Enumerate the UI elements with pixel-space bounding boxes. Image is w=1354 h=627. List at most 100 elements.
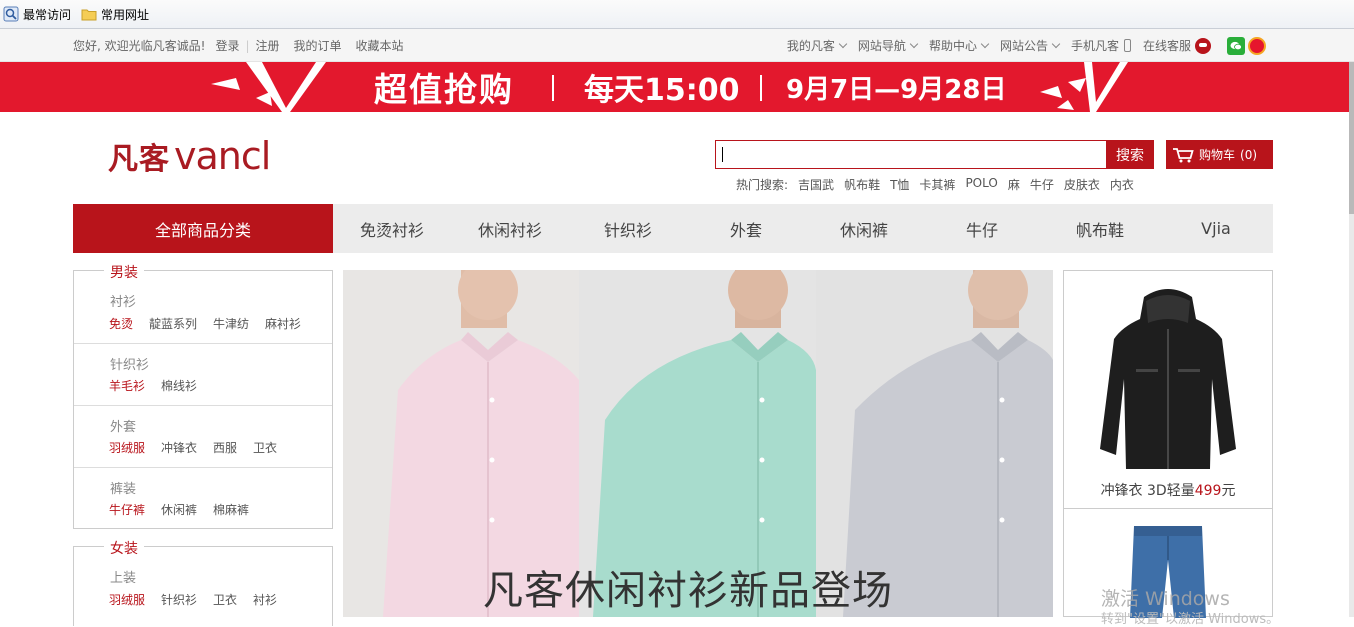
category-link[interactable]: 衬衫 (253, 591, 277, 608)
nav-item-denim[interactable]: 牛仔 (923, 204, 1041, 253)
category-group: 外套 羽绒服 冲锋衣 西服 卫衣 (74, 406, 332, 468)
nav-item-casual-shirts[interactable]: 休闲衬衫 (451, 204, 569, 253)
category-link[interactable]: 免烫 (109, 315, 133, 332)
nav-item-noniron-shirts[interactable]: 免烫衬衫 (333, 204, 451, 253)
bookmark-common-sites[interactable]: 常用网址 (81, 6, 149, 23)
register-link[interactable]: 注册 (256, 37, 280, 54)
search-input[interactable] (715, 140, 1106, 169)
search-button[interactable]: 搜索 (1106, 140, 1154, 169)
promo-divider (760, 75, 762, 101)
site-nav-menu[interactable]: 网站导航 (852, 37, 923, 54)
social-links (1217, 36, 1272, 55)
category-link[interactable]: 羊毛衫 (109, 377, 145, 394)
menu-label: 帮助中心 (928, 39, 977, 53)
vancl-logo[interactable]: 凡客 vancl (108, 134, 271, 178)
menu-label: 网站公告 (999, 39, 1048, 53)
men-category-panel: 男装 衬衫 免烫 靛蓝系列 牛津纺 麻衬衫 针织衫 羊毛衫 棉线衫 外套 羽绒服… (73, 262, 333, 529)
scrollbar-thumb[interactable] (1349, 44, 1354, 214)
mobile-vancl-link[interactable]: 手机凡客 (1065, 37, 1137, 54)
women-category-panel: 女装 上装 羽绒服 针织衫 卫衣 衬衫 (73, 538, 333, 627)
category-group: 上装 羽绒服 针织衫 卫衣 衬衫 (74, 547, 332, 627)
hot-keyword[interactable]: 皮肤衣 (1064, 176, 1100, 193)
group-title: 裤装 (110, 482, 137, 497)
category-link[interactable]: 牛仔裤 (109, 501, 145, 518)
hot-keyword[interactable]: 牛仔 (1030, 176, 1054, 193)
group-title: 衬衫 (110, 295, 137, 310)
menu-label: 手机凡客 (1070, 39, 1119, 53)
product-name: 冲锋衣 3D轻量 (1100, 483, 1195, 499)
category-link[interactable]: 棉麻裤 (213, 501, 249, 518)
hot-searches: 热门搜索: 吉国武 帆布鞋 T恤 卡其裤 POLO 麻 牛仔 皮肤衣 内衣 (736, 176, 1134, 193)
category-link[interactable]: 卫衣 (253, 439, 277, 456)
bookmark-frequent[interactable]: 最常访问 (3, 6, 71, 23)
hero-banner[interactable]: 凡客休闲衬衫新品登场 (343, 270, 1053, 617)
menu-label: 在线客服 (1142, 39, 1191, 53)
hero-caption: 凡客休闲衬衫新品登场 (483, 568, 893, 614)
nav-item-canvas-shoes[interactable]: 帆布鞋 (1041, 204, 1159, 253)
hot-keyword[interactable]: 内衣 (1110, 176, 1134, 193)
frequent-icon (3, 6, 19, 22)
hot-keyword[interactable]: 卡其裤 (919, 176, 955, 193)
category-link[interactable]: 靛蓝系列 (149, 315, 197, 332)
group-title: 上装 (110, 571, 137, 586)
price-unit: 元 (1221, 483, 1236, 499)
welcome-text: 您好, 欢迎光临凡客诚品! (73, 39, 206, 53)
all-categories-button[interactable]: 全部商品分类 (73, 204, 333, 253)
weibo-icon[interactable] (1248, 36, 1266, 55)
promo-headline: 超值抢购 (374, 70, 514, 109)
bookmark-label: 最常访问 (23, 7, 72, 22)
folder-icon (81, 9, 97, 21)
hot-keyword[interactable]: 帆布鞋 (844, 176, 880, 193)
cart-button[interactable]: 购物车 (0) (1166, 140, 1273, 169)
nav-item-outerwear[interactable]: 外套 (687, 204, 805, 253)
my-orders-link[interactable]: 我的订单 (294, 37, 342, 54)
online-service-link[interactable]: 在线客服 (1137, 37, 1217, 54)
category-link[interactable]: 西服 (213, 439, 237, 456)
phone-icon (1123, 39, 1131, 52)
category-link[interactable]: 卫衣 (213, 591, 237, 608)
category-link[interactable]: 羽绒服 (109, 591, 145, 608)
promo-daily: 每天15:00 (584, 73, 740, 108)
logo-en: vancl (174, 134, 271, 178)
category-link[interactable]: 棉线衫 (161, 377, 197, 394)
category-link[interactable]: 羽绒服 (109, 439, 145, 456)
category-group: 衬衫 免烫 靛蓝系列 牛津纺 麻衬衫 (74, 271, 332, 344)
nav-item-knitwear[interactable]: 针织衫 (569, 204, 687, 253)
windows-activation-watermark: 激活 Windows (1101, 588, 1230, 610)
nav-item-vjia[interactable]: Vjia (1159, 204, 1273, 253)
category-link[interactable]: 牛津纺 (213, 315, 249, 332)
nav-item-casual-pants[interactable]: 休闲裤 (805, 204, 923, 253)
group-title: 针织衫 (110, 358, 150, 373)
hot-keyword[interactable]: T恤 (890, 176, 909, 193)
hot-keyword[interactable]: POLO (965, 176, 997, 193)
product-card-jacket[interactable]: 冲锋衣 3D轻量499元 (1064, 271, 1272, 509)
page-scrollbar[interactable] (1349, 29, 1354, 617)
windows-activation-hint: 转到"设置"以激活 Windows。 (1101, 612, 1280, 627)
group-links: 牛仔裤 休闲裤 棉麻裤 (109, 501, 249, 518)
category-link[interactable]: 休闲裤 (161, 501, 197, 518)
bookmark-site-link[interactable]: 收藏本站 (356, 37, 404, 54)
logo-cn: 凡客 (108, 142, 170, 177)
menu-label: 我的凡客 (786, 39, 835, 53)
promo-banner[interactable]: 超值抢购 每天15:00 9月7日—9月28日 (0, 62, 1349, 112)
menu-label: 网站导航 (857, 39, 906, 53)
hot-keyword[interactable]: 麻 (1008, 176, 1020, 193)
group-links: 羊毛衫 棉线衫 (109, 377, 197, 394)
chevron-down-icon (838, 39, 848, 48)
category-link[interactable]: 冲锋衣 (161, 439, 197, 456)
product-price: 499 (1194, 483, 1222, 499)
divider: | (245, 38, 250, 53)
wechat-icon[interactable] (1227, 36, 1245, 55)
my-vancl-menu[interactable]: 我的凡客 (781, 37, 852, 54)
category-link[interactable]: 麻衬衫 (265, 315, 301, 332)
category-link[interactable]: 针织衫 (161, 591, 197, 608)
hot-keyword[interactable]: 吉国武 (798, 176, 834, 193)
bookmarks-bar: 最常访问 常用网址 (0, 0, 1354, 29)
login-link[interactable]: 登录 (215, 37, 239, 54)
cart-count: (0) (1240, 147, 1258, 162)
site-notice-menu[interactable]: 网站公告 (994, 37, 1065, 54)
chevron-down-icon (909, 39, 919, 48)
help-center-menu[interactable]: 帮助中心 (923, 37, 994, 54)
bookmark-label: 常用网址 (101, 7, 150, 22)
main-nav: 全部商品分类 免烫衬衫 休闲衬衫 针织衫 外套 休闲裤 牛仔 帆布鞋 Vjia (73, 204, 1273, 253)
